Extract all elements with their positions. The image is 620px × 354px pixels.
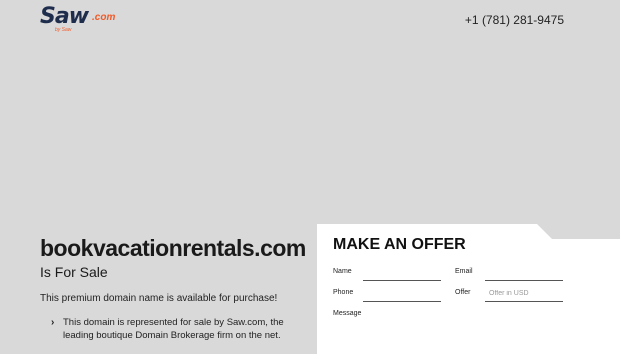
email-field[interactable] (485, 265, 563, 281)
broker-info-bullet: › This domain is represented for sale by… (51, 316, 303, 342)
offer-amount-field[interactable] (485, 286, 563, 302)
chevron-right-icon: › (51, 317, 55, 328)
message-label: Message (333, 310, 362, 317)
phone-label: Phone (333, 289, 354, 296)
for-sale-subtitle: Is For Sale (40, 264, 108, 280)
name-label: Name (333, 268, 352, 275)
phone-number-link[interactable]: +1 (781) 281-9475 (465, 13, 564, 27)
broker-info-text: This domain is represented for sale by S… (63, 317, 284, 341)
domain-name-heading: bookvacationrentals.com (40, 235, 306, 261)
offer-label: Offer (455, 289, 471, 296)
name-field[interactable] (363, 265, 441, 281)
phone-field[interactable] (363, 286, 441, 302)
logo-tagline: by Saw (55, 27, 72, 33)
saw-logo[interactable]: Saw .com by Saw (40, 4, 116, 36)
premium-description: This premium domain name is available fo… (40, 293, 278, 304)
email-label: Email (455, 268, 473, 275)
logo-suffix: .com (92, 12, 116, 23)
logo-wordmark: Saw (40, 4, 89, 29)
make-offer-form: MAKE AN OFFER Name Email Phone Offer Mes… (317, 224, 620, 354)
offer-form-heading: MAKE AN OFFER (333, 236, 466, 253)
